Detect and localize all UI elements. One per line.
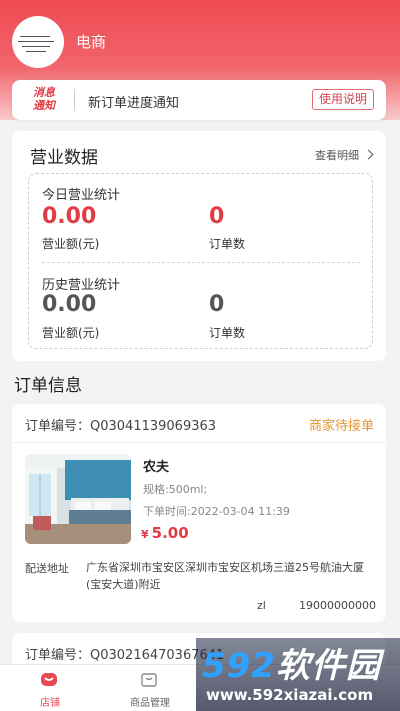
watermark-brand: 592软件园 <box>202 646 381 686</box>
history-stats-heading: 历史营业统计 <box>42 278 121 293</box>
today-revenue-label: 营业额(元) <box>42 237 100 251</box>
watermark-overlay: 592软件园 www.592xiazai.com <box>196 638 400 711</box>
order-status-badge: 商家待接单 <box>308 419 374 434</box>
notice-logo: 消息 通知 <box>33 86 55 112</box>
orders-section-title: 订单信息 <box>14 376 82 396</box>
watermark-url: www.592xiazai.com <box>206 686 374 704</box>
store-icon <box>41 673 57 686</box>
divider <box>74 89 75 111</box>
order-card[interactable]: 订单编号：Q03041139069363 商家待接单 农夫 规格:500ml; … <box>12 404 386 622</box>
notice-bar[interactable]: 消息 通知 新订单进度通知 使用说明 <box>12 80 386 120</box>
product-name: 农夫 <box>143 460 170 475</box>
history-revenue-value: 0.00 <box>42 292 97 317</box>
tab-store[interactable]: 店铺 <box>0 665 100 711</box>
product-spec: 规格:500ml; <box>143 483 208 496</box>
business-data-card: 营业数据 查看明细 今日营业统计 0.00 0 营业额(元) 订单数 历史营业统… <box>12 131 386 361</box>
view-details-link[interactable]: 查看明细 <box>315 147 374 163</box>
history-revenue-label: 营业额(元) <box>42 326 100 340</box>
delivery-address-label: 配送地址 <box>25 562 69 575</box>
order-time: 下单时间:2022-03-04 11:39 <box>143 505 290 518</box>
today-stats-heading: 今日营业统计 <box>42 188 121 203</box>
order-number: 订单编号：Q03041139069363 <box>25 419 217 434</box>
shop-name: 电商 <box>76 33 107 51</box>
order-number: 订单编号：Q030216470367641 <box>25 648 225 663</box>
shop-avatar[interactable] <box>12 16 64 68</box>
receiver-phone: 19000000000 <box>299 599 376 612</box>
stats-panel: 今日营业统计 0.00 0 营业额(元) 订单数 历史营业统计 0.00 0 营… <box>28 173 373 349</box>
bag-icon <box>141 673 157 687</box>
history-orders-label: 订单数 <box>209 326 246 340</box>
notice-text: 新订单进度通知 <box>88 96 180 111</box>
business-data-title: 营业数据 <box>30 148 98 168</box>
today-revenue-value: 0.00 <box>42 204 97 229</box>
tab-label: 店铺 <box>40 698 60 709</box>
tab-product-management[interactable]: 商品管理 <box>100 665 200 711</box>
delivery-address: 广东省深圳市宝安区深圳市宝安区机场三道25号航油大厦(宝安大道)附近 <box>86 561 364 591</box>
divider <box>42 262 360 263</box>
product-price: ¥5.00 <box>141 524 189 542</box>
divider <box>12 442 386 443</box>
tab-label: 商品管理 <box>130 698 170 709</box>
today-orders-label: 订单数 <box>209 237 246 251</box>
history-orders-value: 0 <box>209 292 225 317</box>
product-image <box>25 454 131 544</box>
receiver-name: zl <box>257 599 266 612</box>
usage-guide-button[interactable]: 使用说明 <box>311 89 374 110</box>
today-orders-value: 0 <box>209 204 225 229</box>
chevron-right-icon <box>363 149 374 160</box>
